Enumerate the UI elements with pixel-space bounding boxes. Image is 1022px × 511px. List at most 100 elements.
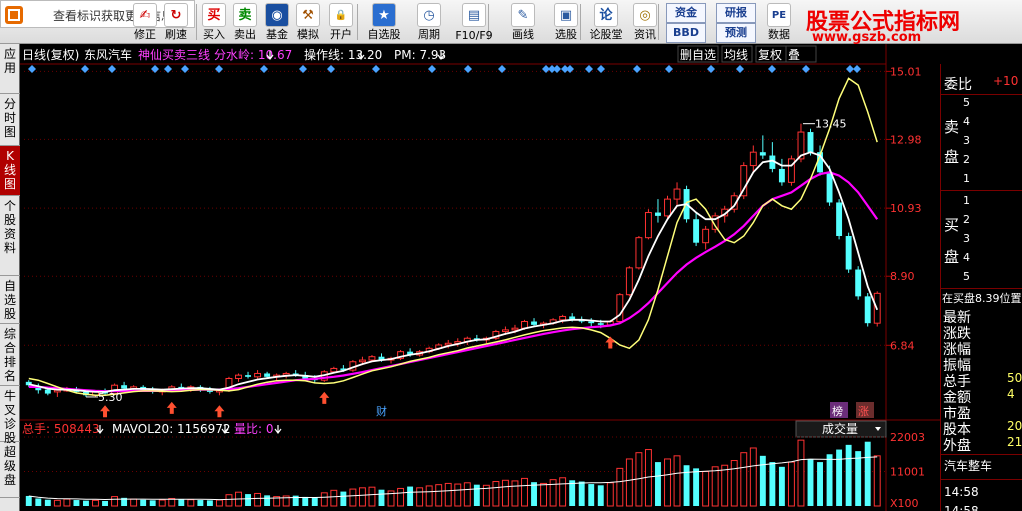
volume-bar	[463, 482, 471, 507]
kline-chart[interactable]: 15.01 12.98 10.93 8.90 6.84 日线(复权) 东风汽车 神仙买卖三线分…	[20, 44, 940, 511]
volume-bar	[35, 498, 42, 506]
sell-level: 4	[963, 115, 970, 128]
sell-label-2: 盘	[944, 148, 960, 166]
toolbar-icon: ◷	[417, 3, 441, 27]
toolbar-1-button[interactable]: ✍ 修正	[130, 0, 160, 44]
toolbar-4-button[interactable]: 卖卖出	[230, 0, 260, 44]
left-tab-char: 叉	[3, 403, 16, 417]
toolbar-11-button[interactable]: ✎ 画线	[500, 0, 546, 44]
toolbar-5-button[interactable]: ◉ 基金	[262, 0, 292, 44]
left-tab-6[interactable]: 综合排名	[0, 324, 20, 386]
candle-body	[826, 172, 833, 203]
toolbar-7-button[interactable]: 🔒 开户	[326, 0, 356, 44]
left-tab-2[interactable]: 分时图	[0, 94, 20, 146]
volume-bar	[873, 455, 881, 507]
kline-chart-svg[interactable]: 15.01 12.98 10.93 8.90 6.84 日线(复权) 东风汽车 神仙买卖三线分…	[20, 44, 940, 511]
toolbar-9-button[interactable]: ◷ 周期	[410, 0, 448, 44]
toolbar-label: 自选股	[367, 28, 401, 41]
time-2: 14:58	[944, 504, 979, 511]
volume-indicator-select[interactable]: 成交量	[795, 420, 887, 438]
event-marker-zhang[interactable]: 涨	[858, 405, 869, 418]
toolbar-19-button[interactable]: PE 数据	[762, 0, 796, 44]
toolbar-15-button[interactable]: 资金	[666, 3, 706, 23]
left-tab-char: 个	[3, 199, 16, 213]
volume-bar	[549, 479, 557, 507]
left-tab-char: K	[6, 149, 14, 163]
toolbar-18-button[interactable]: 预测	[716, 23, 756, 43]
toolbar-2-button[interactable]: ↻ 刷速	[160, 0, 192, 44]
volume-axis-label: 11001	[890, 466, 925, 479]
toolbar-icon: ↻	[164, 3, 188, 27]
chart-header-button-1[interactable]: 删自选	[677, 45, 719, 63]
stat-value: 4	[1007, 387, 1015, 401]
sell-level: 3	[963, 134, 970, 147]
candle-body	[330, 367, 338, 373]
toolbar-17-button[interactable]: BBD	[666, 23, 706, 43]
left-tab-8[interactable]: 超级盘	[0, 442, 20, 498]
chart-header-button-3[interactable]: 复权	[755, 45, 787, 63]
toolbar-14-button[interactable]: ◎ 资讯	[628, 0, 662, 44]
volume-bar	[787, 461, 795, 507]
volume-bar	[511, 480, 519, 507]
candle-body	[759, 152, 766, 156]
toolbar-3-button[interactable]: 买买入	[199, 0, 229, 44]
volume-bar	[425, 485, 433, 507]
candle-body	[264, 373, 271, 377]
toolbar-label: 资讯	[634, 28, 656, 41]
left-tab-char: 自	[3, 279, 16, 293]
toolbar-8-button[interactable]: ★ 自选股	[362, 0, 406, 44]
volume-bar	[102, 500, 108, 506]
toolbar-label: 刷速	[165, 28, 187, 41]
button-label: 叠	[788, 48, 800, 62]
left-tab-bar: 应用分时图K线图个股资料自选股综合排名牛叉诊股超级盘	[0, 44, 20, 511]
toolbar-13-button[interactable]: 论论股堂	[585, 0, 627, 44]
notice-logo-icon	[5, 6, 23, 24]
volume-bar	[606, 482, 614, 507]
volume-unit-label: X100	[890, 497, 919, 510]
mavol-value: MAVOL20: 1156972	[112, 422, 231, 436]
volume-bar	[187, 499, 195, 507]
toolbar-6-button[interactable]: ⚒ 模拟	[293, 0, 323, 44]
buy-label-1: 买	[944, 216, 960, 234]
toolbar-16-button[interactable]: 研报	[716, 3, 756, 23]
left-tab-4[interactable]: 个股资料	[0, 196, 20, 276]
candle	[492, 329, 500, 340]
left-tab-7[interactable]: 牛叉诊股	[0, 386, 20, 445]
toolbar-icon: ✍	[133, 3, 157, 27]
toolbar-10-button[interactable]: ▤ F10/F9	[449, 0, 499, 44]
left-tab-char: 资	[3, 227, 16, 241]
candle-body	[655, 212, 661, 216]
volume-bar	[149, 500, 156, 506]
buy-level: 3	[963, 232, 970, 245]
left-tab-1[interactable]: 应用	[0, 44, 20, 94]
candle	[845, 232, 852, 273]
left-tab-char: 选	[3, 293, 16, 307]
event-marker-bang[interactable]: 榜	[832, 404, 843, 418]
toolbar-separator	[196, 4, 197, 40]
volume-bar	[569, 480, 576, 506]
fenshui-value: 分水岭: 10.67	[214, 48, 292, 62]
toolbar-12-button[interactable]: ▣ 选股	[547, 0, 585, 44]
toolbar-label: F10/F9	[455, 29, 493, 42]
app-window: 查看标识获取更多信息 ✍ 修正 ↻ 刷速买买入卖卖出 ◉ 基金 ⚒ 模拟 🔒 开户 ★ 自选股 ◷ 周期 ▤…	[0, 0, 1022, 511]
chart-header-button-4[interactable]: 叠	[785, 45, 817, 63]
stat-value: 20	[1007, 419, 1022, 433]
volume-bar	[44, 499, 51, 506]
candle-body	[702, 228, 710, 244]
left-tab-5[interactable]: 自选股	[0, 276, 20, 324]
price-axis-label: 8.90	[890, 270, 915, 283]
candle-body	[635, 237, 643, 269]
chart-header-button-2[interactable]: 均线	[721, 45, 753, 63]
event-marker-cai[interactable]: 财	[376, 404, 387, 418]
volume-bar	[749, 447, 757, 507]
button-label: 删自选	[680, 48, 716, 62]
volume-bar	[531, 482, 537, 506]
volume-bar	[588, 484, 595, 506]
left-tab-3[interactable]: K线图	[0, 146, 20, 196]
toolbar-icon: 卖	[233, 3, 257, 27]
candle	[787, 155, 795, 186]
stock-name: 东风汽车	[84, 47, 132, 62]
candle	[616, 293, 624, 324]
toolbar-icon: ⚒	[296, 3, 320, 27]
price-axis-label: 6.84	[890, 339, 915, 352]
